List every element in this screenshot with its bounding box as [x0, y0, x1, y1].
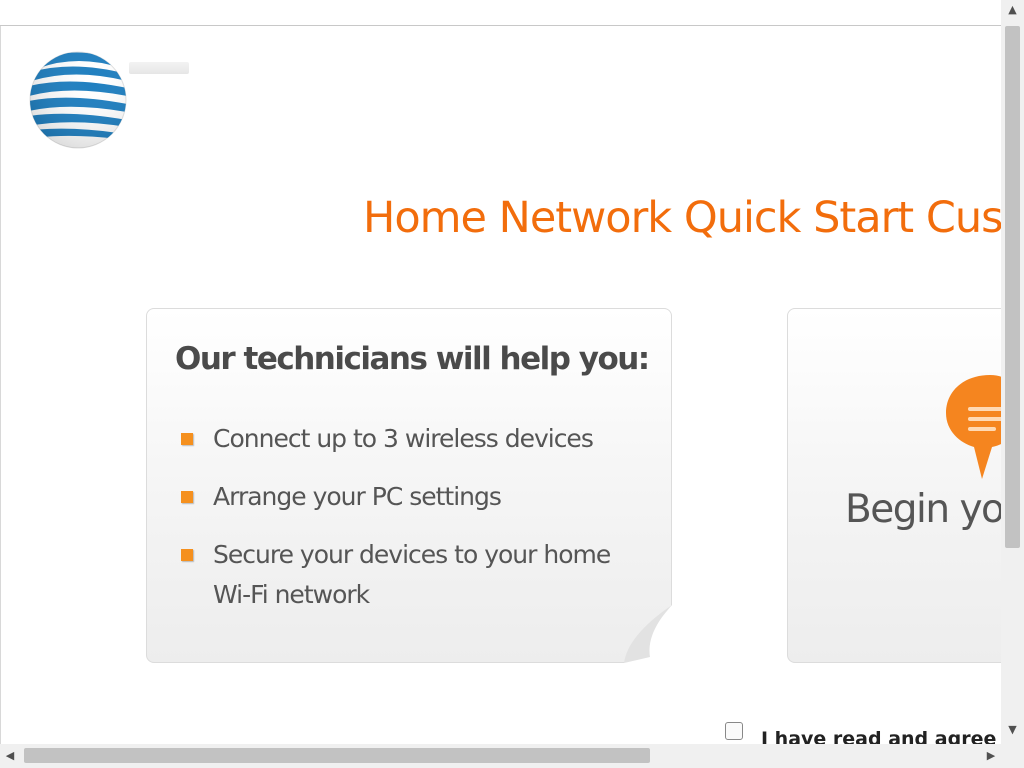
- list-item: Arrange your PC settings: [179, 477, 649, 517]
- list-item: Connect up to 3 wireless devices: [179, 419, 649, 459]
- scroll-left-arrow-icon[interactable]: ◀: [0, 744, 20, 768]
- page-curl-corner: [624, 605, 672, 663]
- scrollbar-corner: [1001, 744, 1024, 768]
- scroll-right-arrow-icon[interactable]: ▶: [981, 744, 1001, 768]
- list-item-label: Connect up to 3 wireless devices: [213, 424, 594, 453]
- terms-agreement: I have read and agree: [725, 720, 997, 744]
- page-viewport: Home Network Quick Start Cus Our technic…: [0, 26, 1002, 744]
- orange-square-bullet-icon: [181, 491, 193, 503]
- logo-caption-blur: [129, 62, 189, 74]
- att-globe-logo: [29, 51, 127, 149]
- page-title: Home Network Quick Start Cus: [363, 193, 1002, 243]
- technician-help-card: Our technicians will help you: Connect u…: [146, 308, 672, 663]
- begin-chat-card[interactable]: Begin you: [787, 308, 1002, 663]
- list-item-label: Secure your devices to your home Wi-Fi n…: [213, 540, 611, 609]
- horizontal-scroll-thumb[interactable]: [24, 748, 650, 763]
- chat-bubble-icon: [946, 375, 1002, 479]
- vertical-scroll-thumb[interactable]: [1005, 26, 1020, 548]
- orange-square-bullet-icon: [181, 549, 193, 561]
- terms-checkbox[interactable]: [725, 722, 743, 740]
- list-item-label: Arrange your PC settings: [213, 482, 502, 511]
- list-item: Secure your devices to your home Wi-Fi n…: [179, 535, 649, 615]
- scroll-up-arrow-icon[interactable]: ▲: [1001, 0, 1024, 20]
- browser-top-edge: [0, 0, 1001, 26]
- scroll-down-arrow-icon[interactable]: ▼: [1001, 720, 1024, 740]
- orange-square-bullet-icon: [181, 433, 193, 445]
- vertical-scrollbar[interactable]: ▲ ▼: [1001, 0, 1024, 744]
- begin-chat-label[interactable]: Begin you: [845, 487, 1002, 532]
- card-heading: Our technicians will help you:: [175, 341, 650, 377]
- horizontal-scrollbar[interactable]: ◀ ▶: [0, 744, 1001, 768]
- terms-label: I have read and agree: [761, 728, 997, 744]
- help-list: Connect up to 3 wireless devices Arrange…: [179, 419, 649, 633]
